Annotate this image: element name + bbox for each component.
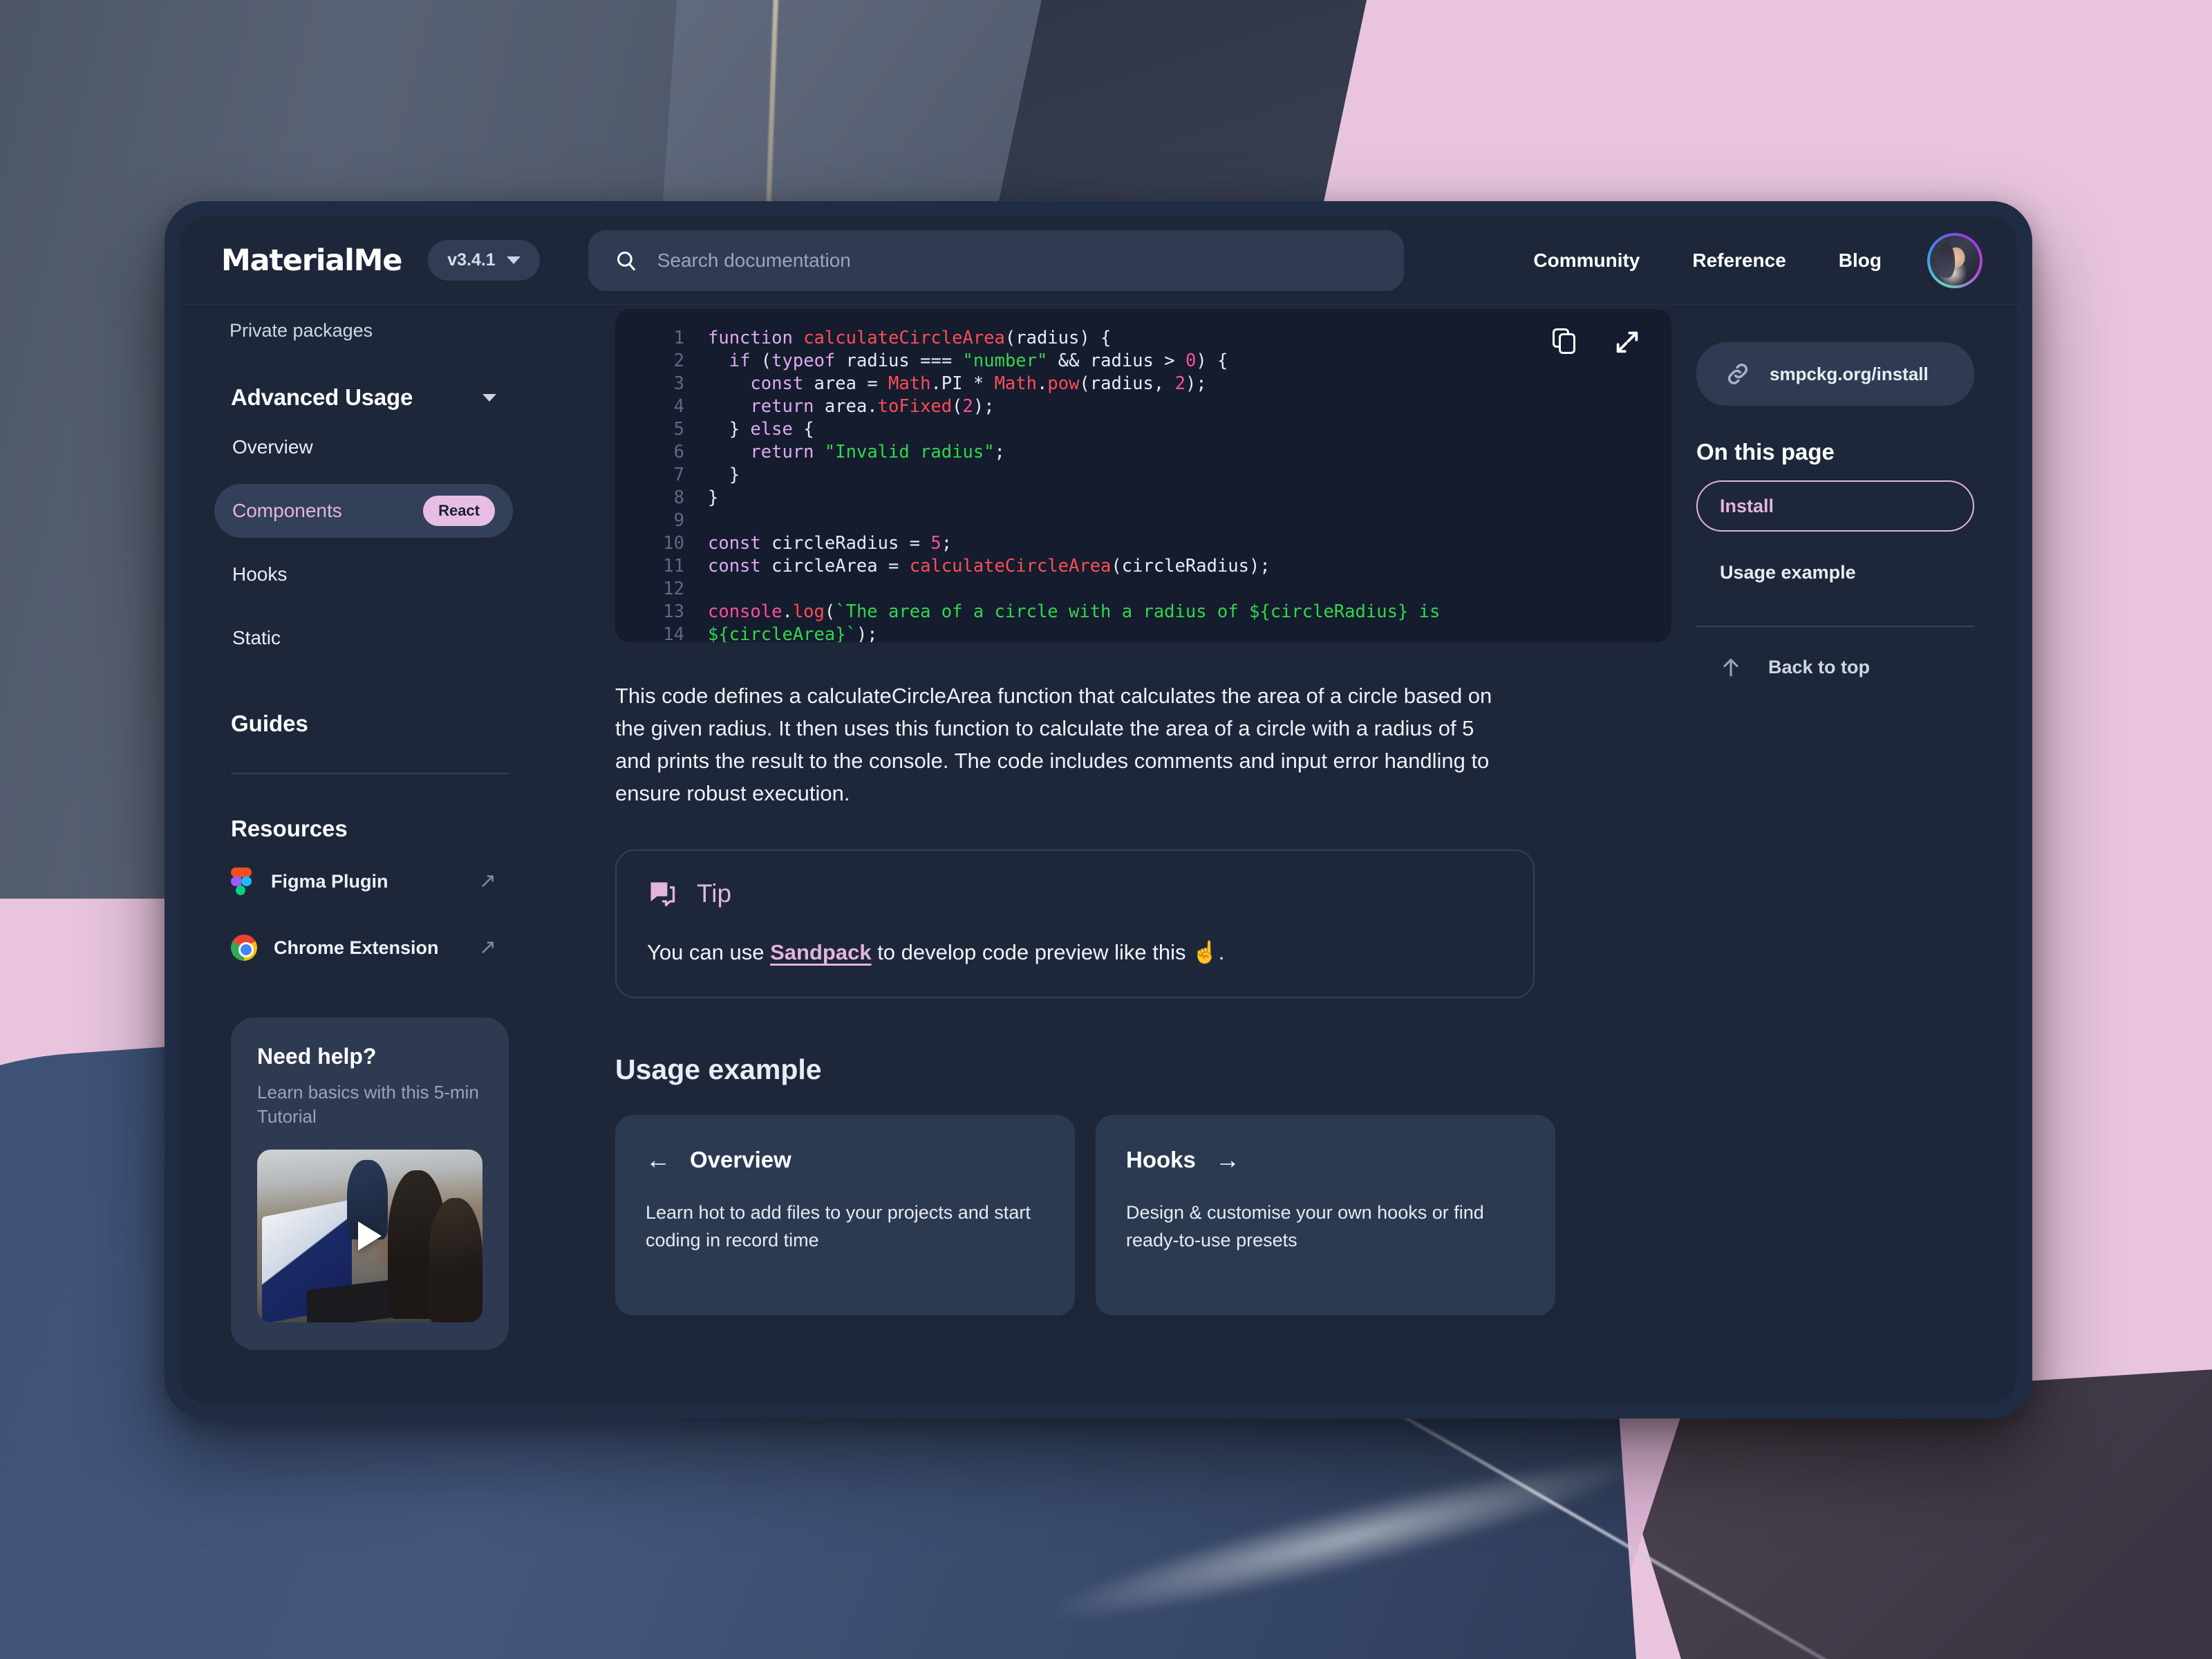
chrome-icon <box>231 935 257 961</box>
external-link-icon: ↗ <box>478 870 496 892</box>
sidebar-group-advanced-usage[interactable]: Advanced Usage <box>214 384 513 411</box>
sidebar-item-label: Chrome Extension <box>274 937 439 958</box>
sidebar-item-figma-plugin[interactable]: Figma Plugin ↗ <box>214 854 513 908</box>
page-url-chip[interactable]: smpckg.org/install <box>1696 342 1974 406</box>
tip-label: Tip <box>697 879 732 908</box>
chat-bubble-icon <box>650 882 675 907</box>
avatar[interactable] <box>1927 232 1983 288</box>
sidebar-item-hooks[interactable]: Hooks <box>214 547 513 601</box>
page-url-text: smpckg.org/install <box>1770 363 1929 384</box>
pager-card-previous[interactable]: ← Overview Learn hot to add files to you… <box>615 1115 1075 1316</box>
pager-card-description: Learn hot to add files to your projects … <box>646 1202 1031 1251</box>
sidebar-group-guides[interactable]: Guides <box>214 711 513 737</box>
sidebar-item-label: Components <box>232 500 342 521</box>
pager-card-header: ← Overview <box>646 1147 1044 1173</box>
search-input[interactable]: Search documentation <box>588 229 1404 291</box>
back-to-top-label: Back to top <box>1768 656 1871 677</box>
tip-body: You can use Sandpack to develop code pre… <box>647 939 1503 965</box>
sidebar-item-components[interactable]: Components React <box>214 484 513 538</box>
tip-callout: Tip You can use Sandpack to develop code… <box>615 850 1535 999</box>
sidebar-item-label: Static <box>232 627 281 648</box>
app-body: Private packages Advanced Usage Overview… <box>180 305 2017 1403</box>
sidebar-resources-title: Resources <box>231 816 348 841</box>
pager-cards: ← Overview Learn hot to add files to you… <box>615 1115 1555 1316</box>
help-card-title: Need help? <box>257 1044 377 1069</box>
toc-item-usage-example[interactable]: Usage example <box>1696 547 1974 598</box>
pager-card-title: Overview <box>690 1147 791 1173</box>
version-label: v3.4.1 <box>447 250 496 270</box>
code-block: 1 function calculateCircleArea(radius) { … <box>615 309 1671 642</box>
arrow-up-icon <box>1723 658 1738 677</box>
copy-icon[interactable] <box>1553 328 1577 356</box>
right-sidebar-divider <box>1696 626 1974 627</box>
sidebar-item-label: Figma Plugin <box>271 870 388 892</box>
arrow-right-icon: → <box>1215 1145 1240 1174</box>
tip-text-before: You can use <box>647 940 771 965</box>
app-logo[interactable]: MaterialMe <box>221 243 402 278</box>
chevron-down-icon <box>482 393 496 402</box>
top-navigation-bar: MaterialMe v3.4.1 Search documentation C… <box>180 216 2017 305</box>
figma-icon <box>231 868 254 895</box>
sidebar-item-static[interactable]: Static <box>214 611 513 665</box>
toc-item-install[interactable]: Install <box>1696 480 1974 532</box>
chevron-down-icon <box>506 256 521 264</box>
code-block-toolbar <box>1553 328 1641 356</box>
sidebar-item-label: Hooks <box>232 563 288 585</box>
sidebar-item-chrome-extension[interactable]: Chrome Extension ↗ <box>214 921 513 975</box>
help-card-subtitle: Learn basics with this 5-min Tutorial <box>257 1082 479 1127</box>
sidebar-item-private-packages[interactable]: Private packages <box>214 305 513 341</box>
sidebar-group-title: Advanced Usage <box>231 384 413 410</box>
search-icon <box>617 251 635 270</box>
tip-header: Tip <box>647 879 1503 909</box>
status-badge: React <box>423 496 495 526</box>
tutorial-video-thumbnail[interactable] <box>257 1150 482 1323</box>
back-to-top-button[interactable]: Back to top <box>1696 655 1974 679</box>
nav-links: Community Reference Blog <box>1533 250 1882 272</box>
pager-card-description: Design & customise your own hooks or fin… <box>1126 1202 1484 1251</box>
pager-card-title: Hooks <box>1126 1147 1196 1173</box>
sidebar: Private packages Advanced Usage Overview… <box>180 305 546 1403</box>
pager-card-header: Hooks → <box>1126 1147 1525 1173</box>
sidebar-item-overview[interactable]: Overview <box>214 420 513 474</box>
code-content[interactable]: 1 function calculateCircleArea(radius) { … <box>615 327 1671 642</box>
arrow-left-icon: ← <box>646 1145 671 1174</box>
main-content: 1 function calculateCircleArea(radius) { … <box>546 305 1671 1403</box>
play-icon[interactable] <box>358 1221 382 1251</box>
right-sidebar: smpckg.org/install On this page Install … <box>1671 305 2017 1403</box>
body-paragraph: This code defines a calculateCircleArea … <box>615 684 1492 806</box>
page-section-title: Usage example <box>615 1053 822 1086</box>
link-icon <box>1727 364 1748 384</box>
pager-card-next[interactable]: Hooks → Design & customise your own hook… <box>1096 1115 1555 1316</box>
external-link-icon: ↗ <box>478 936 496 959</box>
on-this-page-title: On this page <box>1696 439 1835 465</box>
nav-link-community[interactable]: Community <box>1533 250 1640 272</box>
nav-link-reference[interactable]: Reference <box>1692 250 1785 272</box>
nav-link-blog[interactable]: Blog <box>1839 250 1882 272</box>
sidebar-divider <box>231 773 509 774</box>
expand-icon[interactable] <box>1613 328 1641 356</box>
sidebar-item-label: Overview <box>232 436 313 458</box>
avatar-image <box>1930 235 1980 285</box>
version-selector[interactable]: v3.4.1 <box>428 240 540 281</box>
thumbnail-person-two <box>428 1198 482 1323</box>
sandpack-link[interactable]: Sandpack <box>770 940 871 964</box>
help-card[interactable]: Need help? Learn basics with this 5-min … <box>231 1018 509 1351</box>
tip-text-after: to develop code preview like this ☝️. <box>871 940 1225 965</box>
app-window: MaterialMe v3.4.1 Search documentation C… <box>165 201 2032 1418</box>
search-placeholder: Search documentation <box>657 249 851 271</box>
app-window-inner: MaterialMe v3.4.1 Search documentation C… <box>180 216 2017 1403</box>
